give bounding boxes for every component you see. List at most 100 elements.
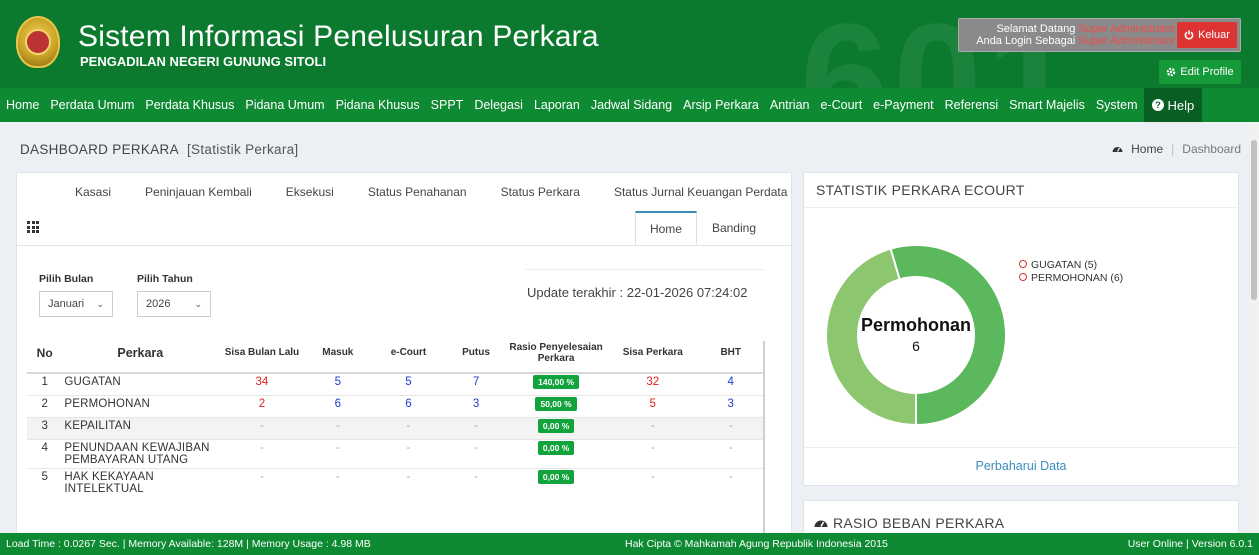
tab-home[interactable]: Home [634,211,697,245]
cell-bht: - [698,416,763,439]
year-select-value: 2026 [146,298,171,310]
cell-putus[interactable]: 3 [446,394,506,417]
nav-laporan[interactable]: Laporan [534,98,580,112]
logout-button[interactable]: Keluar [1177,22,1237,48]
table-scrollbar[interactable] [763,341,765,541]
ecourt-donut-chart: Permohonan 6 [826,245,1006,425]
col-header-bht: BHT [698,333,763,374]
nav-smart-majelis[interactable]: Smart Majelis [1009,98,1085,112]
tab-status-penahanan[interactable]: Status Penahanan [368,185,467,199]
welcome-role-label: Anda Login Sebagai [976,35,1076,47]
page-subtitle: [Statistik Perkara] [187,142,299,157]
grid-menu-icon[interactable] [27,221,39,233]
welcome-username: Super Administrator [1078,23,1175,35]
tab-kasasi[interactable]: Kasasi [75,185,111,199]
nav-pidana-khusus[interactable]: Pidana Khusus [336,98,420,112]
cell-putus: - [446,416,506,439]
dashboard-icon [1112,147,1123,152]
legend-item-permohonan[interactable]: PERMOHONAN (6) [1019,272,1123,285]
cell-ecourt: - [370,467,447,497]
nav-perdata-khusus[interactable]: Perdata Khusus [145,98,234,112]
court-name: PENGADILAN NEGERI GUNUNG SITOLI [80,54,327,69]
cell-bht[interactable]: 3 [698,394,763,417]
tab-banding[interactable]: Banding [697,211,771,245]
cell-perkara: KEPAILITAN [62,416,219,439]
nav-jadwal-sidang[interactable]: Jadwal Sidang [591,98,672,112]
cell-bht[interactable]: 4 [698,372,763,395]
tab-status-perkara[interactable]: Status Perkara [501,185,580,199]
tab-status-jurnal-keuangan[interactable]: Status Jurnal Keuangan Perdata [614,185,787,199]
col-header-sisa-bulan-lalu: Sisa Bulan Lalu [218,333,306,374]
nav-arsip-perkara[interactable]: Arsip Perkara [683,98,759,112]
cell-masuk[interactable]: 5 [305,372,371,395]
cell-putus: - [446,467,506,497]
table-row: 4 PENUNDAAN KEWAJIBAN PEMBAYARAN UTANG -… [27,438,763,468]
footer-load-info: Load Time : 0.0267 Sec. | Memory Availab… [6,538,371,550]
cell-rasio: 0,00 % [505,467,608,497]
cell-masuk: - [305,416,371,439]
cell-sisa-bulan-lalu[interactable]: 2 [218,394,306,417]
year-select[interactable]: 2026 ⌄ [137,291,211,317]
rasio-badge: 0,00 % [537,440,575,455]
filter-month-label: Pilih Bulan [39,273,94,285]
donut-center-label: Permohonan [861,315,971,335]
nav-home[interactable]: Home [6,98,39,112]
cell-no: 2 [27,394,63,417]
nav-help[interactable]: ? Help [1143,88,1203,122]
page-scrollbar[interactable] [1249,122,1259,533]
col-header-masuk: Masuk [305,333,371,374]
refresh-data-link[interactable]: Perbaharui Data [804,459,1238,473]
table-row: 1 GUGATAN 34 5 5 7 140,00 % 32 4 [27,372,763,395]
welcome-greeting: Selamat Datang [996,23,1076,35]
col-header-putus: Putus [446,333,506,374]
gear-icon [1167,67,1176,77]
edit-profile-button[interactable]: Edit Profile [1159,60,1241,84]
cell-sisa-perkara: - [607,416,699,439]
card-footer-divider [804,447,1238,448]
edit-profile-label: Edit Profile [1180,66,1234,78]
table-row: 3 KEPAILITAN - - - - 0,00 % - - [27,416,763,439]
scrollbar-thumb[interactable] [1251,140,1257,300]
cell-sisa-perkara[interactable]: 5 [607,394,699,417]
nav-system[interactable]: System [1096,98,1138,112]
nav-ecourt[interactable]: e-Court [820,98,862,112]
donut-hole [857,276,975,394]
cell-perkara: HAK KEKAYAAN INTELEKTUAL [62,467,219,497]
cell-ecourt[interactable]: 6 [370,394,447,417]
cell-perkara: PERMOHONAN [62,394,219,417]
legend-item-gugatan[interactable]: GUGATAN (5) [1019,259,1123,272]
cell-putus[interactable]: 7 [446,372,506,395]
rasio-beban-label: RASIO BEBAN PERKARA [833,515,1005,531]
nav-sppt[interactable]: SPPT [431,98,464,112]
welcome-text: Selamat Datang Super Administrator Anda … [963,23,1175,47]
tab-eksekusi[interactable]: Eksekusi [286,185,334,199]
legend-label: PERMOHONAN (6) [1031,272,1124,284]
table-row: 5 HAK KEKAYAAN INTELEKTUAL - - - - 0,00 … [27,467,763,497]
nav-perdata-umum[interactable]: Perdata Umum [50,98,134,112]
nav-delegasi[interactable]: Delegasi [474,98,523,112]
app-footer: Load Time : 0.0267 Sec. | Memory Availab… [0,533,1259,555]
app-header: 601 Sistem Informasi Penelusuran Perkara… [0,0,1259,88]
welcome-role: Super Administrator [1078,35,1175,47]
nav-epayment[interactable]: e-Payment [873,98,933,112]
page-title-text: DASHBOARD PERKARA [20,142,179,157]
cell-ecourt[interactable]: 5 [370,372,447,395]
cell-ecourt: - [370,416,447,439]
cell-sisa-perkara[interactable]: 32 [607,372,699,395]
cell-rasio: 50,00 % [505,394,608,417]
month-select[interactable]: Januari ⌄ [39,291,113,317]
tabs-second: Home Banding [634,211,771,245]
nav-referensi[interactable]: Referensi [945,98,999,112]
breadcrumb-home[interactable]: Home [1131,142,1163,156]
legend-dot-icon [1019,260,1027,268]
chart-legend: GUGATAN (5) PERMOHONAN (6) [1019,259,1123,285]
cell-masuk[interactable]: 6 [305,394,371,417]
nav-pidana-umum[interactable]: Pidana Umum [245,98,324,112]
cell-ecourt: - [370,438,447,468]
nav-antrian[interactable]: Antrian [770,98,810,112]
rasio-badge: 140,00 % [533,375,580,389]
court-logo [16,16,60,68]
rasio-badge: 0,00 % [537,469,575,484]
cell-sisa-bulan-lalu[interactable]: 34 [218,372,306,395]
tab-peninjauan-kembali[interactable]: Peninjauan Kembali [145,185,252,199]
